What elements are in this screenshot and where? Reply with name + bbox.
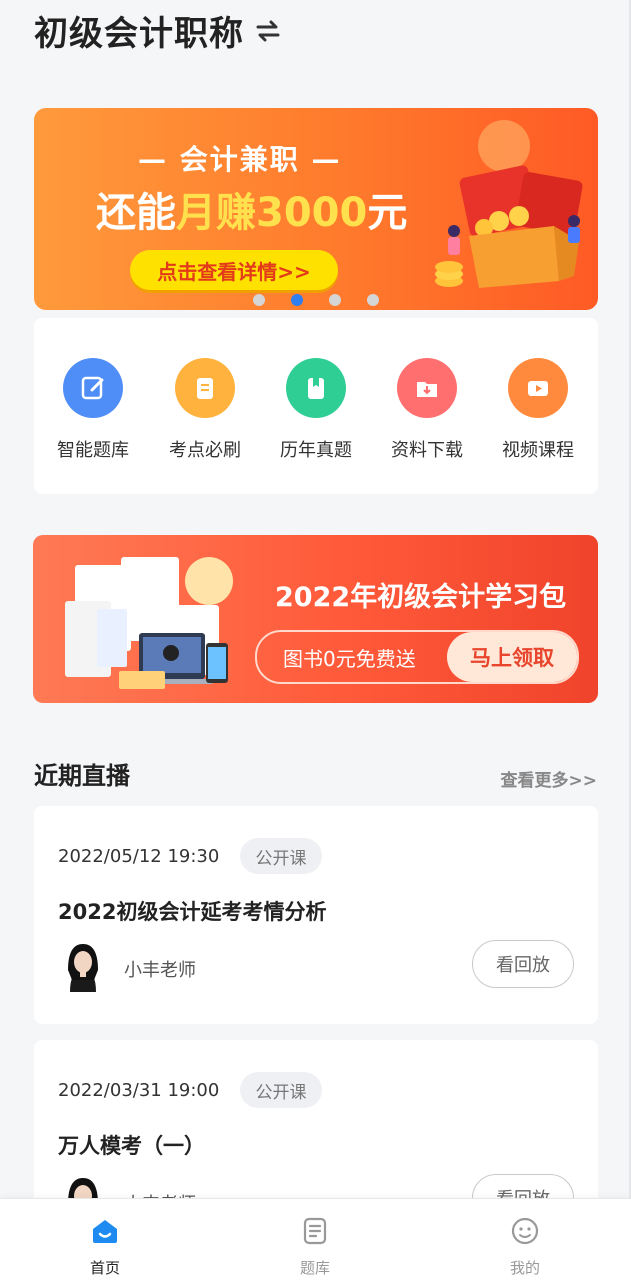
view-more-link[interactable]: 查看更多>> — [501, 766, 598, 791]
quick-link-videos[interactable]: 视频课程 — [483, 358, 593, 462]
headline-suffix: 元 — [367, 190, 408, 236]
bookmark-book-icon — [286, 358, 346, 418]
quick-link-smart-bank[interactable]: 智能题库 — [38, 358, 148, 462]
section-title: 近期直播 — [34, 762, 130, 790]
folder-download-icon — [397, 358, 457, 418]
carousel-dot-active[interactable] — [291, 294, 303, 306]
page-title[interactable]: 初级会计职称 — [34, 6, 244, 55]
gift-box-illustration — [435, 120, 583, 288]
quick-link-label: 视频课程 — [502, 440, 574, 461]
study-pack-cta[interactable]: 图书0元免费送 马上领取 — [255, 630, 579, 684]
clipboard-icon — [175, 358, 235, 418]
tab-question-bank[interactable]: 题库 — [275, 1215, 355, 1278]
live-title: 2022初级会计延考考情分析 — [58, 900, 327, 924]
tab-label: 题库 — [299, 1259, 330, 1277]
live-title: 万人模考（一） — [58, 1134, 205, 1158]
live-date: 2022/03/31 19:00 — [58, 1080, 220, 1101]
quick-link-past-exams[interactable]: 历年真题 — [261, 358, 371, 462]
video-play-icon — [508, 358, 568, 418]
profile-face-icon — [511, 1217, 539, 1245]
quick-links-card: 智能题库 考点必刷 历年真题 资料下载 视频课程 — [34, 318, 598, 494]
quick-link-key-points[interactable]: 考点必刷 — [150, 358, 260, 462]
page-header: 初级会计职称 — [34, 6, 282, 55]
tab-label: 首页 — [89, 1259, 120, 1277]
claim-now-button[interactable]: 马上领取 — [447, 632, 577, 682]
live-tag: 公开课 — [240, 838, 322, 874]
swap-arrows-icon[interactable] — [254, 17, 282, 45]
carousel-dot[interactable] — [329, 294, 341, 306]
home-icon — [93, 1220, 117, 1243]
live-date: 2022/05/12 19:30 — [58, 846, 220, 867]
promo-banner-study-pack[interactable]: 2022年初级会计学习包 图书0元免费送 马上领取 — [33, 535, 598, 703]
teacher-avatar — [68, 944, 98, 992]
tab-profile[interactable]: 我的 — [485, 1215, 565, 1278]
tab-label: 我的 — [509, 1259, 540, 1277]
quick-link-label: 考点必刷 — [169, 440, 241, 461]
headline-prefix: 还能 — [96, 190, 176, 236]
watch-replay-button[interactable]: 看回放 — [472, 940, 574, 988]
question-bank-icon — [303, 1217, 327, 1245]
free-books-text: 图书0元免费送 — [283, 646, 416, 671]
quick-link-label: 智能题库 — [57, 440, 129, 461]
tab-home[interactable]: 首页 — [65, 1215, 145, 1278]
bottom-tab-bar: 首页 题库 我的 — [0, 1198, 631, 1281]
carousel-dot[interactable] — [253, 294, 265, 306]
books-illustration — [65, 557, 233, 689]
quick-link-downloads[interactable]: 资料下载 — [372, 358, 482, 462]
carousel-dot[interactable] — [367, 294, 379, 306]
live-tag: 公开课 — [240, 1072, 322, 1108]
headline-highlight: 月赚3000 — [176, 190, 368, 236]
teacher-name: 小丰老师 — [124, 960, 196, 981]
banner-subtitle: — 会计兼职 — — [138, 143, 342, 176]
pencil-note-icon — [63, 358, 123, 418]
live-card[interactable]: 2022/05/12 19:30 公开课 2022初级会计延考考情分析 小丰老师… — [34, 806, 598, 1024]
study-pack-title: 2022年初级会计学习包 — [275, 582, 567, 613]
banner-headline: 还能月赚3000元 — [96, 180, 407, 238]
carousel-dots — [34, 294, 598, 306]
banner-details-button[interactable]: 点击查看详情>> — [130, 250, 338, 290]
quick-link-label: 资料下载 — [391, 440, 463, 461]
promo-banner-parttime[interactable]: — 会计兼职 — 还能月赚3000元 点击查看详情>> — [34, 108, 598, 310]
quick-link-label: 历年真题 — [280, 440, 352, 461]
